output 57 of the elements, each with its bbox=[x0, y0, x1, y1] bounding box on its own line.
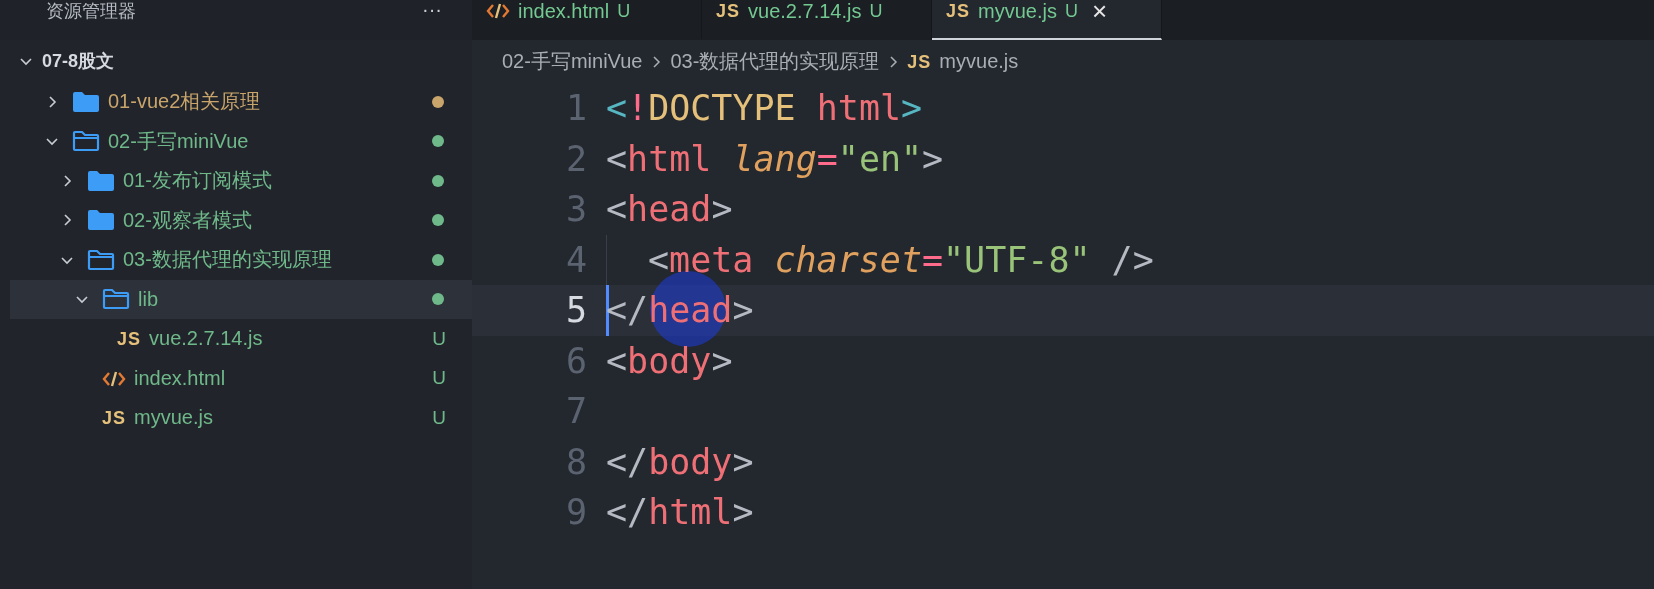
breadcrumb-item[interactable]: 03-数据代理的实现原理 bbox=[670, 48, 880, 75]
chevron-icon bbox=[887, 53, 900, 70]
code-brackets-icon bbox=[486, 1, 510, 21]
chevron-icon bbox=[650, 53, 663, 70]
js-file-icon: JS bbox=[907, 50, 932, 73]
code-line: <!DOCTYPE html> bbox=[606, 88, 923, 129]
line-number: 8 bbox=[564, 441, 587, 482]
tree-item[interactable]: JS myvue.js U bbox=[10, 398, 472, 438]
line-number: 3 bbox=[564, 189, 587, 230]
code-line: </html> bbox=[606, 492, 754, 533]
workspace-folder-header[interactable]: 07-8股文 bbox=[10, 40, 472, 82]
tab-label: vue.2.7.14.js bbox=[748, 0, 862, 22]
code-line: <body> bbox=[606, 340, 733, 381]
code-line: <html lang="en"> bbox=[606, 138, 944, 179]
editor-tab[interactable]: JS myvue.js U × bbox=[932, 0, 1162, 40]
code-line: <meta charset="UTF-8" /> bbox=[648, 239, 1154, 280]
tree-item[interactable]: 01-vue2相关原理 bbox=[10, 82, 472, 122]
js-file-icon: JS bbox=[117, 327, 142, 350]
breadcrumb-item[interactable]: 02-手写miniVue bbox=[502, 48, 643, 75]
line-number: 4 bbox=[564, 239, 587, 280]
tree-item[interactable]: 02-手写miniVue bbox=[10, 121, 472, 161]
tab-label: index.html bbox=[518, 0, 610, 22]
tree-item[interactable]: index.html U bbox=[10, 358, 472, 398]
tree-item[interactable]: 01-发布订阅模式 bbox=[10, 161, 472, 201]
line-number: 1 bbox=[564, 88, 587, 129]
explorer-title: 资源管理器 bbox=[46, 0, 136, 22]
status-letter: U bbox=[432, 327, 446, 350]
line-number: 9 bbox=[564, 492, 587, 533]
folder-icon bbox=[87, 169, 115, 192]
code-line: <head> bbox=[606, 189, 733, 230]
close-icon[interactable]: × bbox=[1091, 0, 1108, 22]
line-number: 6 bbox=[564, 340, 587, 381]
tree-item[interactable]: lib bbox=[10, 279, 472, 319]
editor-tab[interactable]: index.html U bbox=[472, 0, 702, 40]
status-letter: U bbox=[432, 406, 446, 429]
folder-icon bbox=[102, 288, 130, 311]
tree-item[interactable]: JS vue.2.7.14.js U bbox=[10, 319, 472, 359]
line-number: 7 bbox=[564, 391, 587, 432]
line-number: 2 bbox=[564, 138, 587, 179]
line-number: 5 bbox=[564, 290, 587, 331]
status-letter: U bbox=[869, 0, 883, 22]
status-letter: U bbox=[432, 367, 446, 390]
breadcrumb-item[interactable]: myvue.js bbox=[939, 50, 1019, 73]
folder-icon bbox=[72, 130, 100, 153]
tab-label: myvue.js bbox=[978, 0, 1057, 22]
folder-icon bbox=[87, 209, 115, 232]
tree-item[interactable]: 03-数据代理的实现原理 bbox=[10, 240, 472, 280]
folder-icon bbox=[72, 90, 100, 113]
status-letter: U bbox=[617, 0, 631, 22]
folder-icon bbox=[87, 248, 115, 271]
tree-item[interactable]: 02-观察者模式 bbox=[10, 200, 472, 240]
js-file-icon: JS bbox=[946, 0, 971, 22]
code-line: </body> bbox=[606, 441, 754, 482]
more-actions-button[interactable]: ··· bbox=[416, 0, 448, 18]
js-file-icon: JS bbox=[716, 0, 741, 22]
js-file-icon: JS bbox=[102, 406, 127, 429]
status-letter: U bbox=[1064, 0, 1078, 22]
